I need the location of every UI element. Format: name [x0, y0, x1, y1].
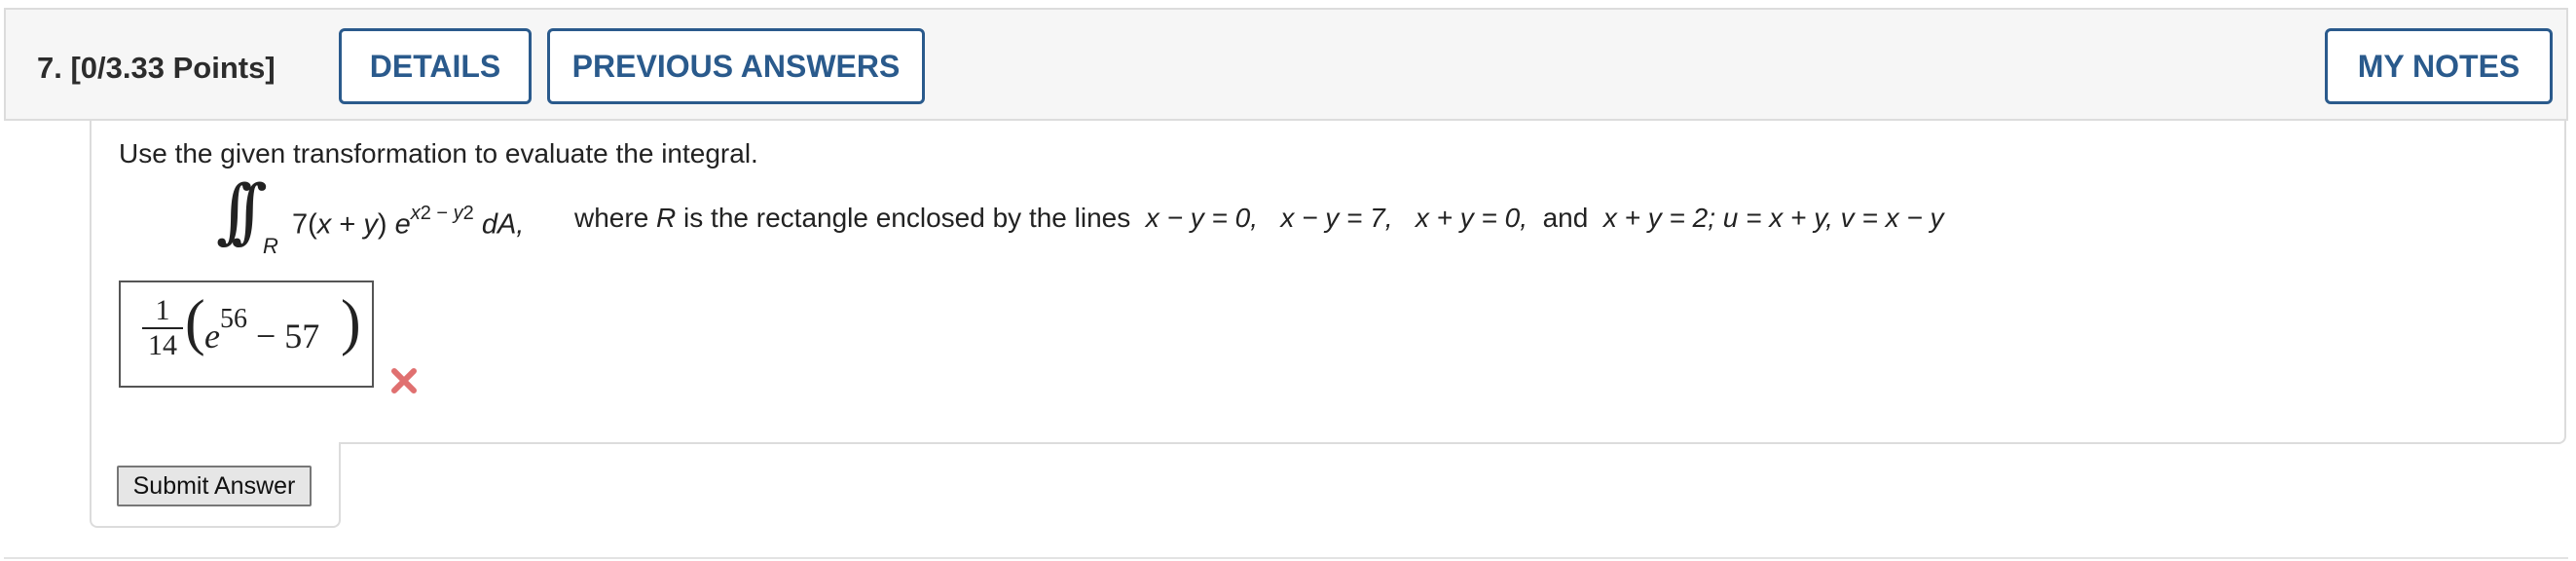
- line-4: x + y = 2;: [1602, 203, 1716, 233]
- submit-answer-button[interactable]: Submit Answer: [117, 466, 312, 506]
- double-integral-symbol: ∫∫: [216, 169, 268, 251]
- integrand-exponent: x2 − y2: [410, 203, 474, 224]
- answer-paren-open: (: [185, 287, 205, 357]
- answer-fraction: 1 14: [142, 294, 183, 362]
- answer-input[interactable]: 1 14 ( e56 − 57 ): [119, 280, 374, 388]
- previous-answers-button[interactable]: PREVIOUS ANSWERS: [547, 28, 925, 104]
- answer-paren-close: ): [341, 287, 361, 357]
- line-3: x + y = 0,: [1415, 203, 1527, 233]
- transform-v: v = x − y: [1840, 203, 1944, 233]
- answer-expression: e56 − 57: [204, 304, 320, 355]
- line-1: x − y = 0,: [1145, 203, 1258, 233]
- question-number: 7.: [37, 51, 62, 85]
- integral-region-subscript: R: [263, 234, 278, 258]
- my-notes-button[interactable]: MY NOTES: [2325, 28, 2553, 104]
- divider: [4, 557, 2568, 559]
- question-panel: Use the given transformation to evaluate…: [90, 119, 2568, 528]
- instruction-text: Use the given transformation to evaluate…: [119, 138, 758, 168]
- question-header: 7. [0/3.33 Points] DETAILS PREVIOUS ANSW…: [4, 8, 2568, 121]
- close-x-icon: [391, 368, 417, 393]
- region-description: where R is the rectangle enclosed by the…: [574, 203, 1944, 233]
- line-2: x − y = 7,: [1280, 203, 1393, 233]
- question-title: 7. [0/3.33 Points]: [37, 49, 276, 88]
- integrand: 7(x + y) ex2 − y2 dA,: [292, 203, 525, 241]
- question-points: [0/3.33 Points]: [70, 51, 276, 85]
- details-button[interactable]: DETAILS: [339, 28, 532, 104]
- question-page: 7. [0/3.33 Points] DETAILS PREVIOUS ANSW…: [0, 0, 2576, 561]
- transform-u: u = x + y,: [1722, 203, 1833, 233]
